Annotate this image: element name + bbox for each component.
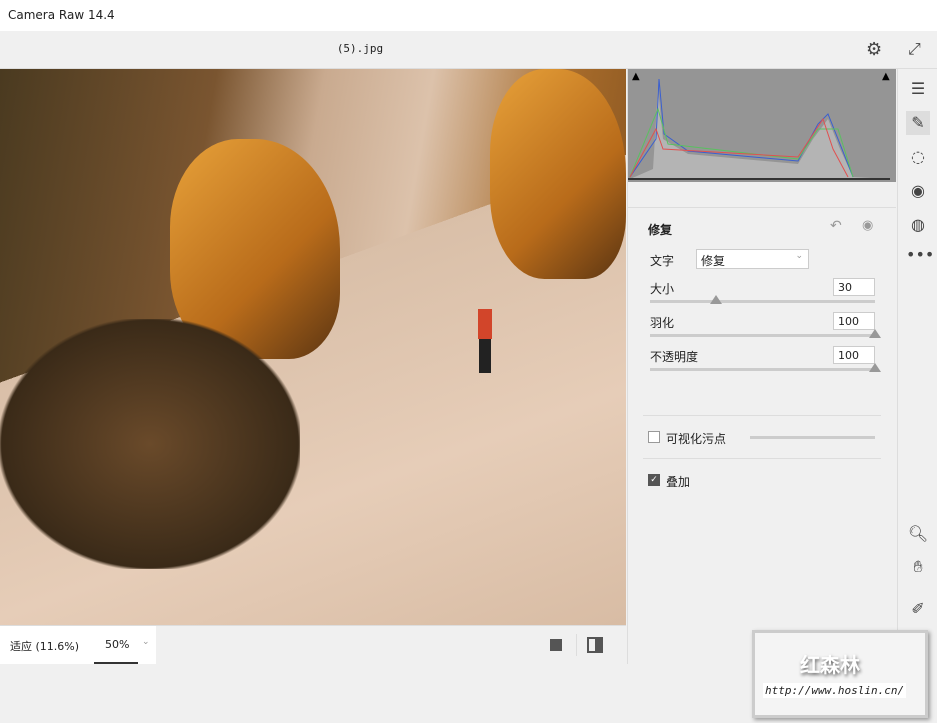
watermark-url: http://www.hoslin.cn/ [763,683,907,698]
more-icon[interactable]: ••• [906,243,934,267]
app-title: Camera Raw 14.4 [8,8,115,22]
person [478,309,492,339]
presets-icon[interactable]: ◍ [906,213,930,237]
red-eye-icon[interactable]: ◉ [906,179,930,203]
healing-brush-icon[interactable]: ✎ [906,111,930,135]
overlay-label: 叠加 [666,475,691,489]
single-view-icon[interactable] [550,639,562,651]
feather-label: 羽化 [650,316,675,330]
mask-icon[interactable]: ◌ [906,145,930,169]
visualize-label: 可视化污点 [666,432,727,446]
fullscreen-icon[interactable]: ⤢ [908,39,921,59]
feather-slider[interactable] [650,329,881,338]
visualize-checkbox[interactable] [648,431,660,443]
before-after-icon[interactable] [587,637,603,653]
fit-zoom-button[interactable]: 适应 (11.6%) [0,626,94,664]
reset-icon[interactable]: ↶ [830,218,842,234]
title-bar: Camera Raw 14.4 [0,0,937,31]
size-label: 大小 [650,282,675,296]
type-select[interactable]: 修复 ⌄ [696,249,809,269]
watermark: 红森林 http://www.hoslin.cn/ [752,630,928,718]
rock-right [490,69,626,279]
size-slider-thumb[interactable] [710,295,722,304]
panel-title: 修复 [648,223,673,237]
file-name: (5).jpg [336,42,384,55]
zoom-icon[interactable]: 🔍︎ [906,522,930,546]
sliders-icon[interactable]: ☰ [906,77,930,101]
histogram: ▲ ▲ [628,69,896,182]
gear-icon[interactable]: ⚙ [866,39,882,60]
size-slider[interactable] [650,295,875,304]
color-sampler-icon[interactable]: ✐ [906,597,930,621]
divider [576,634,577,656]
type-label: 文字 [650,254,675,268]
tool-rail: ☰ ✎ ◌ ◉ ◍ ••• 🔍︎ ✋︎ ✐ ▦ [897,69,937,664]
opacity-label: 不透明度 [650,350,699,364]
type-value: 修复 [701,254,726,268]
visualize-slider[interactable] [750,436,875,439]
zoom-dropdown-chevron-icon[interactable]: ⌄ [138,626,156,664]
watermark-brand: 红森林 [800,653,860,677]
highlight-clip-icon[interactable]: ▲ [882,71,890,82]
overlay-checkbox[interactable]: ✓ [648,474,660,486]
feather-input[interactable]: 100 [833,312,875,330]
opacity-slider[interactable] [650,363,881,372]
shadow-clip-icon[interactable]: ▲ [632,71,640,82]
bottom-bar: 适应 (11.6%) 50% ⌄ [0,625,626,664]
zoom-level[interactable]: 50% [94,626,138,664]
opacity-slider-thumb[interactable] [869,363,881,372]
person-legs [479,339,491,373]
histogram-lum [630,89,890,179]
edit-panel: ▲ ▲ 修复 ↶ ◉ 文字 修复 ⌄ 大小 30 羽化 100 不透明度 100 … [627,69,896,664]
opacity-input[interactable]: 100 [833,346,875,364]
top-toolbar: (5).jpg ⚙ ⤢ [0,31,937,69]
hand-icon[interactable]: ✋︎ [906,555,930,579]
brush-area [0,319,300,569]
size-input[interactable]: 30 [833,278,875,296]
eye-icon[interactable]: ◉ [862,218,873,233]
chevron-down-icon: ⌄ [795,251,803,261]
image-preview[interactable] [0,69,626,625]
feather-slider-thumb[interactable] [869,329,881,338]
